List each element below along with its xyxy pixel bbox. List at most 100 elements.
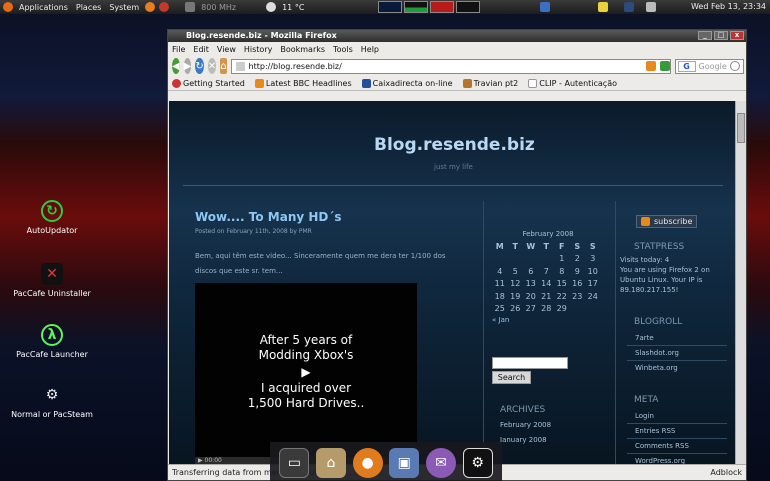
minimize-button[interactable]: _ bbox=[698, 31, 712, 40]
calendar-day: 19 bbox=[510, 291, 521, 301]
calendar-day: 11 bbox=[494, 279, 505, 289]
search-placeholder: Google bbox=[698, 61, 727, 71]
desktop-icon-autoupdator[interactable]: ↻ AutoUpdator bbox=[0, 200, 104, 235]
help-icon[interactable] bbox=[159, 2, 170, 12]
column-divider bbox=[615, 201, 616, 465]
calendar-day: 26 bbox=[510, 304, 521, 314]
page-icon bbox=[235, 61, 245, 71]
desktop-icon-pacsteam[interactable]: ⚙ Normal or PacSteam bbox=[0, 384, 104, 419]
firefox-window: Blog.resende.biz - Mozilla Firefox _ □ x… bbox=[167, 29, 747, 481]
calendar-week: 123 bbox=[492, 253, 604, 266]
terminal-icon[interactable]: ▭ bbox=[279, 448, 310, 478]
computer-icon[interactable]: ▣ bbox=[389, 448, 420, 478]
post-body: Bem, aqui têm este video... Sinceramente… bbox=[195, 252, 446, 275]
video-text-line: Modding Xbox's bbox=[258, 348, 354, 362]
back-button[interactable]: ◀ bbox=[172, 58, 180, 74]
play-icon[interactable]: ▶ bbox=[195, 365, 417, 379]
calendar-day: 13 bbox=[525, 279, 536, 289]
bookmark-caixadirecta[interactable]: Caixadirecta on-line bbox=[361, 78, 453, 88]
ubuntu-logo-icon[interactable] bbox=[3, 2, 13, 12]
blogroll-link[interactable]: Winbeta.org bbox=[635, 364, 678, 372]
blog-title[interactable]: Blog.resende.biz bbox=[374, 135, 535, 155]
go-button[interactable] bbox=[659, 61, 670, 71]
desktop-icon-label: PacCafe Launcher bbox=[16, 350, 88, 359]
calendar-prev-link[interactable]: « Jan bbox=[492, 316, 604, 324]
calendar-day: 24 bbox=[587, 291, 598, 301]
bookmark-clip[interactable]: CLIP - Autenticação bbox=[528, 78, 617, 88]
search-engine-icon[interactable]: G bbox=[677, 60, 696, 72]
bookmark-bbc[interactable]: Latest BBC Headlines bbox=[254, 78, 352, 88]
calendar-day: 3 bbox=[590, 254, 596, 264]
weekday: T bbox=[512, 241, 518, 251]
maximize-button[interactable]: □ bbox=[714, 31, 728, 40]
meta-link[interactable]: Login bbox=[635, 412, 654, 420]
weekday: M bbox=[495, 241, 504, 251]
home-button[interactable]: ⌂ bbox=[220, 58, 227, 74]
calendar-week: 25 26 27 28 29 bbox=[492, 303, 604, 316]
calendar-day: 15 bbox=[556, 279, 567, 289]
menu-edit[interactable]: Edit bbox=[193, 45, 209, 54]
calendar-day: 2 bbox=[574, 254, 580, 264]
calendar-day: 4 bbox=[497, 266, 503, 276]
menu-bookmarks[interactable]: Bookmarks bbox=[280, 45, 325, 54]
meta-link[interactable]: Comments RSS bbox=[635, 442, 689, 450]
weekday: S bbox=[574, 241, 581, 251]
firefox-launcher-icon[interactable] bbox=[145, 2, 156, 12]
bookmark-getting-started[interactable]: Getting Started bbox=[172, 78, 245, 88]
desktop-icon-paccafe-launcher[interactable]: λ PacCafe Launcher bbox=[0, 324, 104, 359]
blog-search-input[interactable] bbox=[492, 357, 568, 369]
navigation-toolbar: ◀ ▶ ↻ ✕ ⌂ http://blog.resende.biz/ G Goo… bbox=[168, 56, 746, 76]
archive-link[interactable]: February 2008 bbox=[500, 421, 551, 429]
system-menu[interactable]: System bbox=[105, 3, 143, 12]
forward-button[interactable]: ▶ bbox=[183, 58, 192, 74]
calendar-day: 25 bbox=[494, 304, 505, 314]
meta-link[interactable]: Entries RSS bbox=[635, 427, 675, 435]
menu-help[interactable]: Help bbox=[361, 45, 379, 54]
sidebar-divider bbox=[627, 345, 727, 346]
places-menu[interactable]: Places bbox=[72, 3, 105, 12]
notes-icon[interactable] bbox=[598, 2, 609, 12]
calendar-day: 23 bbox=[572, 291, 583, 301]
clock[interactable]: Wed Feb 13, 23:34 bbox=[691, 2, 766, 11]
close-button[interactable]: x bbox=[730, 31, 744, 40]
adblock-button[interactable]: Adblock bbox=[710, 465, 742, 481]
subscribe-button[interactable]: subscribe bbox=[636, 215, 698, 228]
volume-icon[interactable] bbox=[646, 2, 657, 12]
applications-menu[interactable]: Applications bbox=[15, 3, 72, 12]
bookmark-travian[interactable]: Travian pt2 bbox=[462, 78, 518, 88]
reload-button[interactable]: ↻ bbox=[195, 58, 204, 74]
desktop-icon-paccafe-uninstaller[interactable]: ✕ PacCafe Uninstaller bbox=[0, 263, 104, 298]
steam-dock-icon[interactable]: ⚙ bbox=[462, 448, 493, 478]
search-bar[interactable]: G Google bbox=[674, 58, 744, 74]
rss-feed-icon[interactable] bbox=[645, 61, 656, 71]
calendar-day: 5 bbox=[512, 266, 518, 276]
youtube-video[interactable]: After 5 years of Modding Xbox's ▶ I acqu… bbox=[195, 283, 417, 465]
network-graph bbox=[430, 1, 455, 13]
display-icon[interactable] bbox=[624, 2, 635, 12]
stop-button[interactable]: ✕ bbox=[207, 58, 217, 74]
search-icon[interactable] bbox=[729, 61, 740, 71]
firefox-icon[interactable]: ● bbox=[352, 448, 383, 478]
home-folder-icon[interactable]: ⌂ bbox=[315, 448, 346, 478]
calendar-day: 29 bbox=[556, 304, 567, 314]
url-bar[interactable]: http://blog.resende.biz/ bbox=[230, 58, 671, 74]
menu-tools[interactable]: Tools bbox=[333, 45, 353, 54]
calendar-week: 4 5 6 7 8 9 10 bbox=[492, 265, 604, 278]
notification-icon[interactable] bbox=[540, 2, 551, 12]
rss-icon bbox=[254, 78, 264, 88]
vertical-scrollbar[interactable] bbox=[735, 101, 746, 465]
system-monitor[interactable] bbox=[378, 1, 481, 13]
video-text-line: I acquired over bbox=[260, 381, 352, 395]
blogroll-link[interactable]: 7arte bbox=[635, 334, 654, 342]
menu-view[interactable]: View bbox=[217, 45, 236, 54]
archive-link[interactable]: January 2008 bbox=[500, 436, 547, 444]
menu-file[interactable]: File bbox=[172, 45, 185, 54]
pidgin-icon[interactable]: ✉ bbox=[425, 448, 456, 478]
calendar-caption: February 2008 bbox=[522, 230, 574, 238]
blogroll-link[interactable]: Slashdot.org bbox=[635, 349, 679, 357]
menu-history[interactable]: History bbox=[244, 45, 272, 54]
post-title[interactable]: Wow.... To Many HD´s bbox=[195, 210, 342, 224]
blog-search-button[interactable]: Search bbox=[492, 371, 531, 384]
window-titlebar[interactable]: Blog.resende.biz - Mozilla Firefox _ □ x bbox=[168, 30, 746, 42]
scrollbar-thumb[interactable] bbox=[737, 113, 745, 143]
